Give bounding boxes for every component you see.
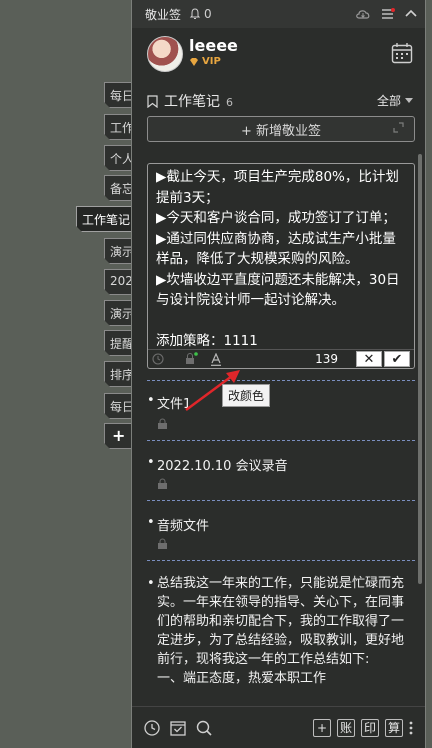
annotation-arrow — [185, 370, 240, 412]
tooltip: 改颜色 — [222, 384, 271, 407]
